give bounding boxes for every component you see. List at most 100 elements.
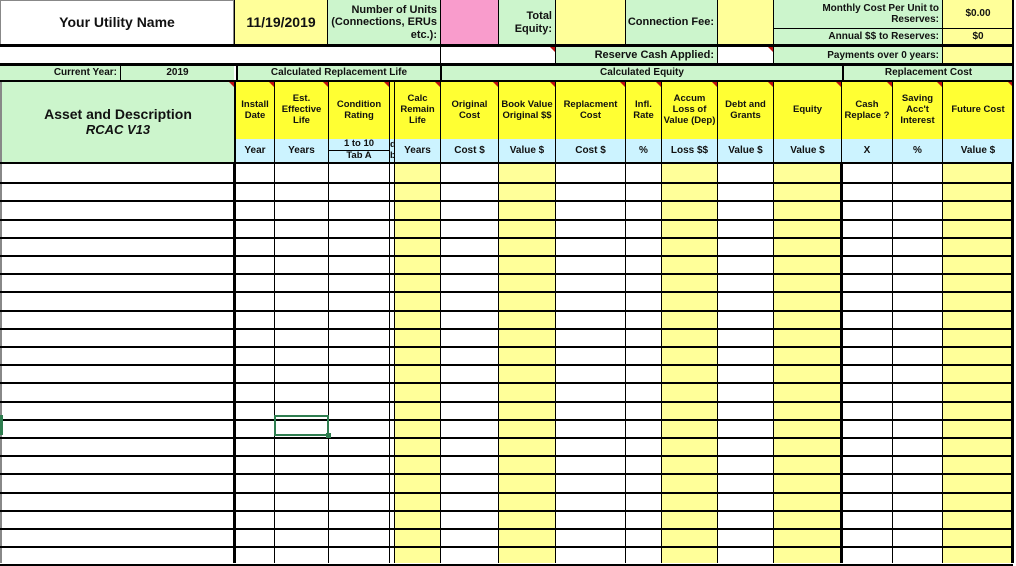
column-header-cash-replace[interactable]: Cash Replace ? [841, 82, 892, 139]
column-header-replacement-cost[interactable]: Replacment Cost [555, 82, 625, 139]
current-year-label-cell: Current Year: [0, 66, 121, 80]
column-header-label: Cash Replace ? [844, 98, 890, 121]
table-row[interactable] [0, 437, 1013, 455]
fill-handle[interactable] [326, 433, 331, 438]
table-row[interactable] [0, 182, 1013, 200]
unit-cell-saving-interest: % [892, 139, 942, 162]
units-input[interactable] [440, 0, 498, 45]
column-header-label: Replacment Cost [563, 98, 618, 121]
table-row[interactable] [0, 528, 1013, 546]
table-row[interactable] [0, 473, 1013, 491]
unit-cell-replacement-cost: Cost $ [555, 139, 625, 162]
units-label-cell: Number of Units (Connections, ERUs etc.)… [327, 0, 440, 45]
table-row[interactable] [0, 310, 1013, 328]
table-row[interactable] [0, 401, 1013, 419]
column-header-condition-rating[interactable]: Condition Rating [328, 82, 389, 139]
connection-fee-label-cell: Connection Fee: [625, 0, 717, 45]
unit-label: Value $ [509, 144, 545, 156]
date-cell[interactable]: 11/19/2019 [234, 0, 327, 45]
column-header-label: Book Value Original $$ [501, 98, 553, 121]
annual-reserves-value: $0 [972, 31, 984, 43]
column-header-label: Infl. Rate [633, 98, 654, 121]
blank-row2-left[interactable] [0, 47, 440, 64]
unit-label: Value $ [960, 144, 996, 156]
column-header-saving-interest[interactable]: Saving Acc't Interest [892, 82, 942, 139]
unit-label: Cost $ [454, 144, 485, 156]
unit-cell-equity: Value $ [773, 139, 841, 162]
utility-name: Your Utility Name [59, 14, 175, 31]
table-row[interactable] [0, 200, 1013, 218]
reserve-cash-label: Reserve Cash Applied: [594, 49, 714, 62]
table-row[interactable] [0, 546, 1013, 564]
table-row[interactable] [0, 237, 1013, 255]
table-row[interactable] [0, 510, 1013, 528]
column-header-future-cost[interactable]: Future Cost [942, 82, 1013, 139]
narrow-column-header [389, 82, 394, 139]
column-header-label: Install Date [241, 98, 269, 121]
table-row[interactable] [0, 492, 1013, 510]
unit-cell-remain-life: Years [394, 139, 440, 162]
column-header-book-value[interactable]: Book Value Original $$ [498, 82, 555, 139]
annual-reserves-value-cell: $0 [942, 28, 1013, 45]
utility-name-cell[interactable]: Your Utility Name [0, 0, 234, 45]
unit-cell-accum-loss: Loss $$ [661, 139, 717, 162]
annual-reserves-label: Annual $$ to Reserves: [828, 31, 939, 43]
column-header-label: Debt and Grants [725, 98, 766, 121]
table-row[interactable] [0, 255, 1013, 273]
unit-cell-book-value: Value $ [498, 139, 555, 162]
current-year-value: 2019 [166, 67, 189, 79]
payments-label: Payments over 0 years: [827, 49, 939, 61]
table-row[interactable] [0, 382, 1013, 400]
unit-label: X [863, 144, 871, 156]
narrow-label: b [390, 151, 394, 162]
column-header-remain-life[interactable]: Calc Remain Life [394, 82, 440, 139]
current-year-value-cell[interactable]: 2019 [121, 66, 234, 80]
table-row[interactable] [0, 346, 1013, 364]
column-header-label: Accum Loss of Value (Dep) [663, 93, 716, 126]
unit-cell-original-cost: Cost $ [440, 139, 498, 162]
connection-fee-input[interactable] [717, 0, 773, 45]
table-row[interactable] [0, 273, 1013, 291]
column-header-debt-grants[interactable]: Debt and Grants [717, 82, 773, 139]
selected-cell[interactable] [274, 415, 329, 436]
total-equity-value[interactable] [555, 0, 625, 45]
selected-row-indicator [0, 415, 3, 435]
monthly-cost-value-cell: $0.00 [942, 0, 1013, 28]
narrow-unit-top: d [389, 139, 394, 151]
unit-cell-future-cost: Value $ [942, 139, 1013, 162]
table-row[interactable] [0, 455, 1013, 473]
table-row[interactable] [0, 328, 1013, 346]
column-header-infl-rate[interactable]: Infl. Rate [625, 82, 661, 139]
narrow-label: d [390, 139, 394, 151]
blank-row2-mid[interactable] [440, 47, 555, 64]
column-header-label: Est. Effective Life [281, 93, 322, 126]
column-header-install-date[interactable]: Install Date [234, 82, 274, 139]
column-header-label: Calc Remain Life [400, 93, 435, 126]
table-row[interactable] [0, 419, 1013, 437]
column-header-effective-life[interactable]: Est. Effective Life [274, 82, 328, 139]
table-row[interactable] [0, 364, 1013, 382]
asset-header-cell: Asset and Description RCAC V13 [0, 82, 234, 162]
monthly-cost-label-cell: Monthly Cost Per Unit to Reserves: [773, 0, 942, 28]
unit-cell-effective-life: Years [274, 139, 328, 162]
unit-label: Value $ [790, 144, 825, 156]
column-header-original-cost[interactable]: Original Cost [440, 82, 498, 139]
reserve-cash-input[interactable] [717, 47, 773, 64]
unit-label: Value $ [728, 144, 763, 156]
reserve-cash-label-cell: Reserve Cash Applied: [555, 47, 717, 64]
table-row[interactable] [0, 164, 1013, 182]
unit-label: % [639, 144, 648, 156]
units-label: Number of Units (Connections, ERUs etc.)… [331, 3, 437, 41]
date-value: 11/19/2019 [246, 14, 316, 31]
monthly-cost-value: $0.00 [965, 8, 991, 20]
unit-label: Tab A [346, 151, 372, 162]
table-row[interactable] [0, 291, 1013, 309]
unit-label: Cost $ [575, 144, 606, 156]
unit-label: Loss $$ [670, 144, 709, 156]
column-header-equity[interactable]: Equity [773, 82, 841, 139]
column-header-label: Equity [792, 104, 823, 116]
narrow-unit-bottom: b [389, 151, 394, 162]
table-row[interactable] [0, 219, 1013, 237]
column-header-accum-loss[interactable]: Accum Loss of Value (Dep) [661, 82, 717, 139]
unit-cell-debt-grants: Value $ [717, 139, 773, 162]
